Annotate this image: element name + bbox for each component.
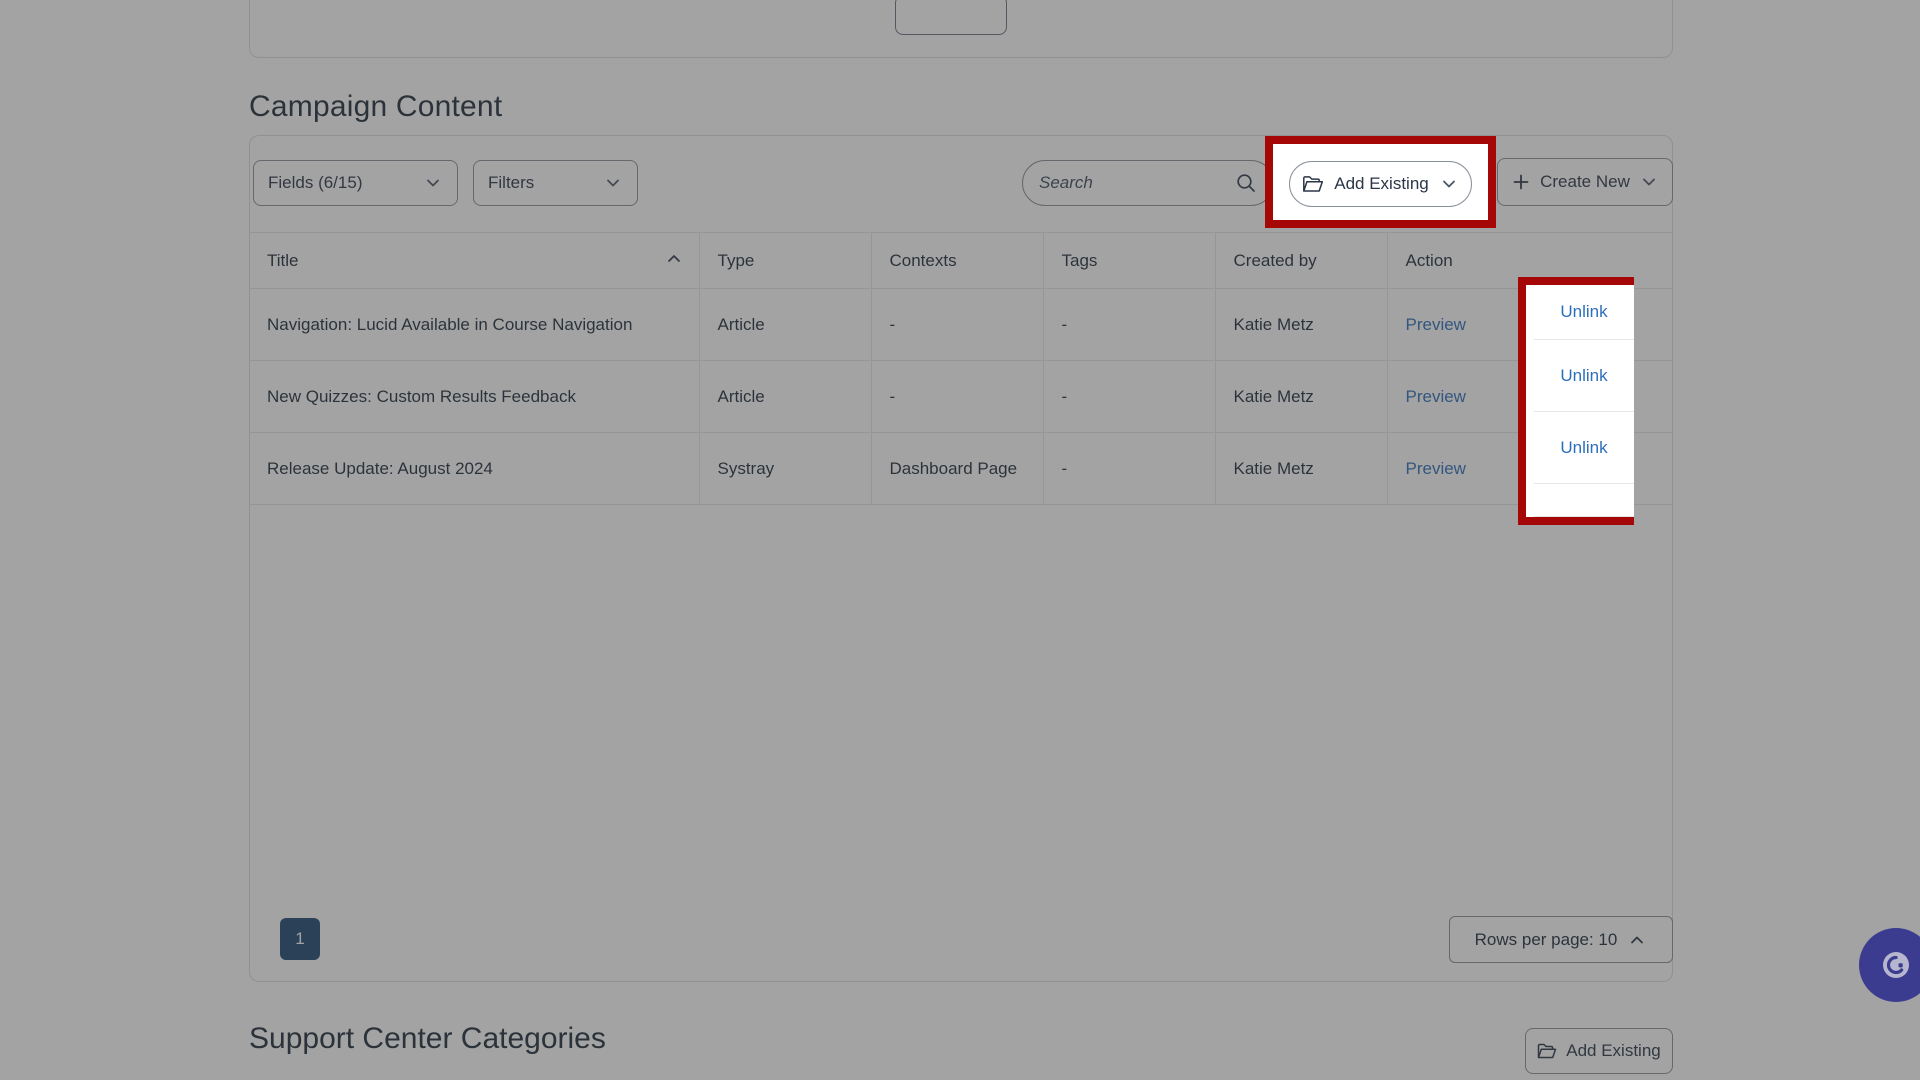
table-header-row: Title Type Contexts Tags Created by Acti… — [249, 232, 1673, 289]
column-header-title[interactable]: Title — [249, 232, 700, 289]
previous-section-card — [249, 0, 1673, 58]
cell-tags: - — [1043, 432, 1216, 505]
unlink-cell: Unlink — [1534, 340, 1634, 412]
bottom-section-title: Support Center Categories — [249, 1022, 606, 1055]
unlink-cell: Unlink — [1534, 285, 1634, 340]
unlink-link[interactable]: Unlink — [1560, 438, 1607, 458]
unlink-link[interactable]: Unlink — [1560, 302, 1607, 322]
chevron-down-icon — [1639, 172, 1659, 192]
cell-created-by: Katie Metz — [1215, 432, 1388, 505]
add-existing-label: Add Existing — [1334, 174, 1429, 193]
filters-dropdown[interactable]: Filters — [473, 160, 638, 206]
table-row: New Quizzes: Custom Results Feedback Art… — [249, 360, 1673, 433]
cell-tags: - — [1043, 360, 1216, 433]
cell-created-by: Katie Metz — [1215, 360, 1388, 433]
highlight-add-existing-inner: Add Existing — [1273, 144, 1488, 220]
table-row: Navigation: Lucid Available in Course Na… — [249, 288, 1673, 361]
search-placeholder: Search — [1039, 173, 1093, 192]
highlight-add-existing: Add Existing — [1265, 136, 1496, 228]
search-input[interactable]: Search — [1022, 160, 1274, 206]
filters-dropdown-label: Filters — [488, 173, 535, 192]
create-new-label: Create New — [1540, 172, 1630, 191]
cell-type: Systray — [699, 432, 872, 505]
folder-icon — [1302, 174, 1324, 194]
preview-link[interactable]: Preview — [1406, 315, 1466, 334]
cell-tags: - — [1043, 288, 1216, 361]
sort-ascending-icon[interactable] — [665, 249, 683, 272]
cell-contexts: Dashboard Page — [871, 432, 1044, 505]
unlink-link[interactable]: Unlink — [1560, 366, 1607, 386]
bottom-add-existing-button[interactable]: Add Existing — [1525, 1028, 1673, 1074]
chevron-down-icon — [603, 173, 623, 193]
plus-icon — [1511, 172, 1531, 192]
rows-per-page-dropdown[interactable]: Rows per page: 10 — [1449, 916, 1673, 963]
add-existing-button[interactable]: Add Existing — [1289, 161, 1472, 207]
previous-section-pill-button[interactable] — [895, 0, 1007, 35]
column-header-type[interactable]: Type — [699, 232, 872, 289]
bottom-add-existing-label: Add Existing — [1566, 1041, 1661, 1060]
chevron-down-icon — [1439, 174, 1459, 194]
folder-icon — [1537, 1042, 1557, 1060]
preview-link[interactable]: Preview — [1406, 387, 1466, 406]
unlink-cell-padding — [1534, 484, 1634, 517]
unlink-cell: Unlink — [1534, 412, 1634, 484]
page-content: Campaign Content Fields (6/15) Filters S… — [0, 0, 1920, 1080]
chevron-down-icon — [423, 173, 443, 193]
create-new-button[interactable]: Create New — [1497, 158, 1673, 206]
cell-title: New Quizzes: Custom Results Feedback — [249, 360, 700, 433]
cell-type: Article — [699, 360, 872, 433]
cell-title: Release Update: August 2024 — [249, 432, 700, 505]
cell-contexts: - — [871, 360, 1044, 433]
page-title: Campaign Content — [249, 90, 503, 123]
cell-contexts: - — [871, 288, 1044, 361]
rows-per-page-label: Rows per page: 10 — [1474, 929, 1618, 949]
highlight-unlink-column: Unlink Unlink Unlink — [1518, 277, 1634, 525]
cell-title: Navigation: Lucid Available in Course Na… — [249, 288, 700, 361]
chevron-up-icon — [1627, 930, 1647, 950]
search-icon[interactable] — [1235, 172, 1257, 194]
column-header-title-label: Title — [267, 250, 299, 270]
table-row: Release Update: August 2024 Systray Dash… — [249, 432, 1673, 505]
highlight-unlink-inner: Unlink Unlink Unlink — [1526, 285, 1634, 517]
campaign-content-table: Title Type Contexts Tags Created by Acti… — [249, 232, 1673, 505]
screen: Campaign Content Fields (6/15) Filters S… — [0, 0, 1920, 1080]
cell-created-by: Katie Metz — [1215, 288, 1388, 361]
fields-dropdown[interactable]: Fields (6/15) — [253, 160, 458, 206]
column-header-tags[interactable]: Tags — [1043, 232, 1216, 289]
pagination-page-1[interactable]: 1 — [280, 918, 320, 960]
fields-dropdown-label: Fields (6/15) — [268, 173, 363, 192]
cell-type: Article — [699, 288, 872, 361]
preview-link[interactable]: Preview — [1406, 459, 1466, 478]
column-header-created-by[interactable]: Created by — [1215, 232, 1388, 289]
column-header-contexts[interactable]: Contexts — [871, 232, 1044, 289]
